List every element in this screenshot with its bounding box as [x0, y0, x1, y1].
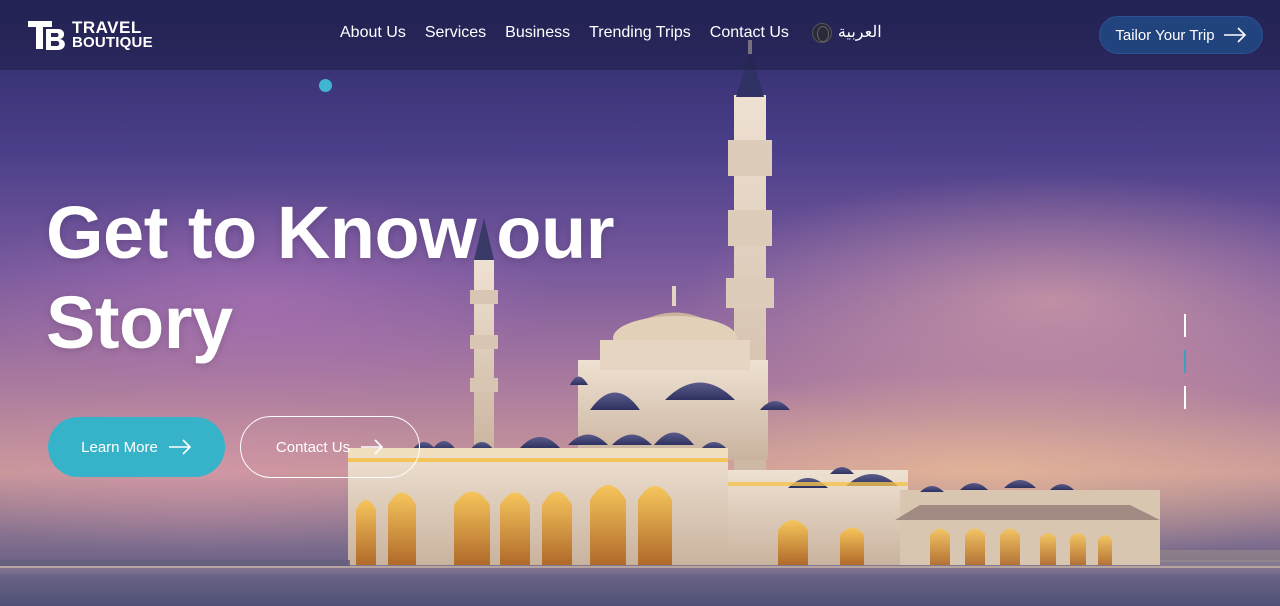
nav-about-us[interactable]: About Us	[340, 22, 406, 44]
brand-line2: BOUTIQUE	[72, 34, 153, 51]
hero-title-line1: Get to Know our	[46, 191, 615, 274]
tailor-your-trip-button[interactable]: Tailor Your Trip	[1099, 16, 1263, 54]
nav-contact-us[interactable]: Contact Us	[710, 22, 789, 44]
learn-more-button[interactable]: Learn More	[48, 417, 225, 477]
contact-us-label: Contact Us	[275, 438, 351, 456]
logo-mark-icon	[28, 21, 65, 50]
arrow-right-icon	[361, 439, 384, 455]
slider-indicator-bar-2[interactable]	[1184, 350, 1186, 373]
slider-indicator-bar-1[interactable]	[1184, 314, 1186, 337]
arrow-right-icon	[1223, 27, 1246, 43]
hero-title: Get to Know our Story	[46, 188, 686, 368]
brand-logo[interactable]: TRAVEL BOUTIQUE	[28, 18, 153, 52]
nav-business[interactable]: Business	[505, 22, 570, 44]
nav-trending-trips[interactable]: Trending Trips	[589, 22, 691, 44]
main-nav: About Us Services Business Trending Trip…	[340, 22, 882, 44]
arrow-right-icon	[168, 439, 191, 455]
language-switch[interactable]: العربية	[811, 22, 882, 44]
site-header: TRAVEL BOUTIQUE About Us Services Busine…	[0, 0, 1280, 70]
slider-indicator-bar-3[interactable]	[1184, 386, 1186, 409]
brand-line1: TRAVEL	[72, 18, 142, 37]
globe-icon	[811, 23, 832, 43]
learn-more-label: Learn More	[81, 438, 158, 456]
decorative-dot	[319, 79, 332, 92]
tailor-your-trip-label: Tailor Your Trip	[1115, 26, 1215, 44]
nav-services[interactable]: Services	[425, 22, 486, 44]
slider-indicator	[1184, 314, 1187, 410]
contact-us-button[interactable]: Contact Us	[240, 416, 420, 478]
language-label: العربية	[837, 24, 882, 41]
hero-title-line2: Story	[46, 281, 233, 364]
hero-section: TRAVEL BOUTIQUE About Us Services Busine…	[0, 0, 1280, 606]
brand-name: TRAVEL BOUTIQUE	[72, 18, 153, 51]
